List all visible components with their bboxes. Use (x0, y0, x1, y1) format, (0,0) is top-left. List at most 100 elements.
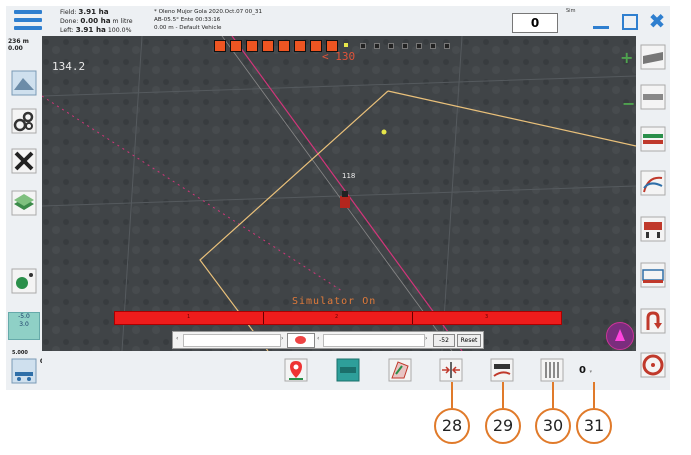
section-label: 2 (335, 314, 339, 320)
tool-width-label: 5.000 (12, 350, 28, 356)
left-area: 3.91 ha (75, 25, 106, 34)
left-label: Left: (60, 27, 74, 34)
location-pin-icon[interactable] (284, 358, 308, 382)
field-stats: Field: 3.91 ha Done: 0.00 ha m litre Lef… (60, 8, 133, 35)
callout-leader (593, 382, 595, 408)
lightbar-led (214, 40, 226, 52)
minimize-button[interactable] (590, 10, 612, 32)
steer-left-arrow[interactable]: ‹ (176, 335, 178, 342)
tools-icon[interactable] (11, 148, 37, 174)
lightbar-led (402, 43, 408, 49)
bottom-toolbar: 0 ▾ (42, 351, 636, 390)
job-time: AB-05.5° Ente 00:33:16 (154, 17, 221, 23)
u-turn-icon[interactable] (640, 308, 666, 334)
boundary-sections-icon[interactable] (640, 262, 666, 288)
section-label: 3 (485, 314, 489, 320)
scale-distance: 236 m (8, 38, 29, 45)
section-label: 1 (187, 314, 191, 320)
lightbar-led (444, 43, 450, 49)
callout-leader (502, 382, 504, 408)
offset-panel[interactable]: -5.0 3.0 (8, 312, 40, 340)
maximize-button[interactable] (618, 10, 640, 32)
sim-stop-button[interactable] (287, 333, 315, 348)
left-toolbar: 236 m 0.00 -5.0 3.0 5.000 (6, 36, 44, 390)
scale-value: 0.00 (8, 45, 23, 52)
lightbar-led (374, 43, 380, 49)
zoom-in-button[interactable]: + (620, 50, 633, 66)
callout-leader (451, 382, 453, 408)
lightbar-led (246, 40, 258, 52)
row-count-value: 0 (579, 365, 586, 376)
close-button[interactable]: ✖ (646, 10, 668, 32)
record-point-icon[interactable] (11, 268, 37, 294)
curve-line-icon[interactable] (640, 170, 666, 196)
heading-readout: 134.2 (52, 60, 86, 73)
field-label: Field: (60, 9, 77, 16)
callout-31: 31 (576, 408, 612, 444)
steer-right-arrow[interactable]: › (281, 335, 283, 342)
callout-leader (552, 382, 554, 408)
speed-right-arrow[interactable]: › (425, 335, 427, 342)
section-divider (263, 312, 264, 324)
marker-point (381, 129, 387, 135)
map-view[interactable]: 134.2 < 130 118 + − Simulator On 1 2 3 ‹… (42, 36, 636, 351)
section-control-bar[interactable]: 1 2 3 (114, 311, 562, 325)
lightbar-led (344, 43, 348, 47)
lightbar-led (262, 40, 274, 52)
ab-curve-icon[interactable] (490, 358, 514, 382)
row-count-selector[interactable]: 0 ▾ (579, 365, 592, 376)
lightbar-led (416, 43, 422, 49)
zoom-out-button[interactable]: − (622, 96, 635, 112)
field-area: 3.91 ha (78, 7, 109, 16)
flat-view-icon[interactable] (640, 84, 666, 110)
tilt-view-icon[interactable] (640, 44, 666, 70)
simulator-status: Simulator On (292, 296, 377, 307)
job-vehicle: 0.00 m - Default Vehicle (154, 25, 222, 31)
lightbar-led (294, 40, 306, 52)
lightbar-led (388, 43, 394, 49)
done-unit: m litre (112, 18, 133, 25)
layers-icon[interactable] (11, 190, 37, 216)
lightbar-led (278, 40, 290, 52)
done-label: Done: (60, 18, 79, 25)
sim-label: Sim (566, 8, 576, 14)
counter-display: 0 (512, 13, 558, 33)
implement-icon[interactable] (11, 358, 37, 384)
field-view-icon[interactable] (11, 70, 37, 96)
speed-left-arrow[interactable]: ‹ (317, 335, 319, 342)
tramline-rows-icon[interactable] (540, 358, 564, 382)
track-number: 118 (342, 172, 356, 180)
speed-slider[interactable] (323, 334, 425, 347)
lightbar-led (310, 40, 322, 52)
done-area: 0.00 ha (80, 16, 111, 25)
lightbar-led (430, 43, 436, 49)
snap-to-line-icon[interactable] (336, 358, 360, 382)
settings-gears-icon[interactable] (11, 108, 37, 134)
callout-29: 29 (485, 408, 521, 444)
speed-value: -52 (433, 334, 455, 347)
offset-top: -5.0 (18, 313, 30, 320)
steering-wheel-icon[interactable] (640, 352, 666, 378)
simulator-controls: ‹ › ‹ › -52 Reset (172, 331, 484, 349)
headland-icon[interactable] (640, 126, 666, 152)
job-info: * Oleno Mujor Gola 2020.Oct.07 00_31 AB-… (154, 8, 262, 32)
job-name: * Oleno Mujor Gola 2020.Oct.07 00_31 (154, 9, 263, 15)
menu-icon[interactable] (14, 10, 42, 32)
tram-lines-icon[interactable] (640, 216, 666, 242)
cross-track-readout: < 130 (322, 50, 356, 63)
left-percent: 100.0% (107, 27, 132, 34)
lightbar-led (360, 43, 366, 49)
field-tools-icon[interactable] (388, 358, 412, 382)
reset-button[interactable]: Reset (457, 334, 481, 347)
right-toolbar (636, 36, 670, 390)
top-bar: Field: 3.91 ha Done: 0.00 ha m litre Lef… (6, 6, 670, 36)
steer-slider[interactable] (183, 334, 281, 347)
scale-readout: 236 m 0.00 (8, 38, 29, 52)
offset-bottom: 3.0 (19, 321, 29, 328)
app-window: Field: 3.91 ha Done: 0.00 ha m litre Lef… (6, 6, 670, 390)
nudge-offset-icon[interactable] (439, 358, 463, 382)
row-count-arrow: ▾ (589, 369, 592, 375)
callout-30: 30 (535, 408, 571, 444)
lightbar-led (230, 40, 242, 52)
compass-icon[interactable] (606, 322, 634, 350)
